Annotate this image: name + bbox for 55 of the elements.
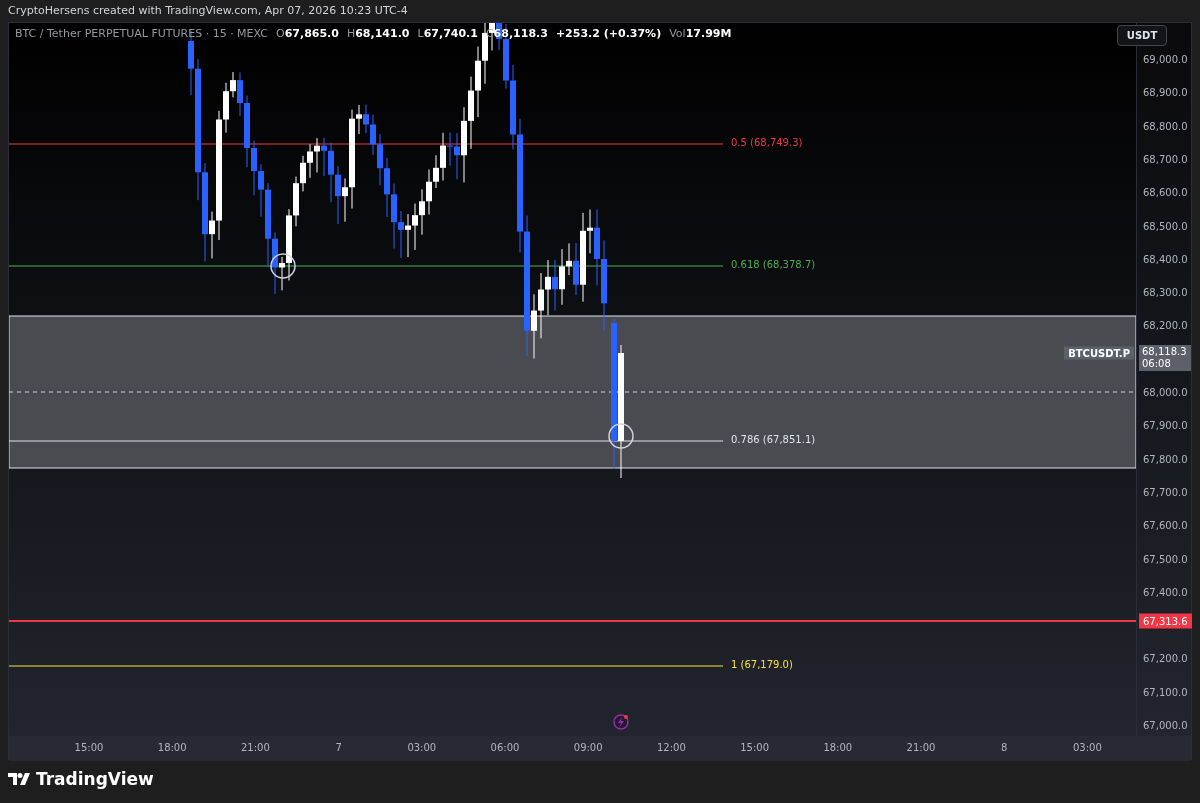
time-tick: 06:00 — [490, 742, 520, 753]
ohlc-label: L — [417, 27, 424, 40]
fibonacci-level-label: 0.618 (68,378.7) — [731, 259, 816, 271]
volume-value: 17.99M — [685, 27, 732, 40]
symbol-tag: BTCUSDT.P — [1064, 346, 1134, 360]
price-tick: 67,500.0 — [1143, 553, 1188, 564]
price-tick: 67,100.0 — [1143, 686, 1188, 698]
price-change: +253.2 (+0.37%) — [555, 27, 662, 40]
current-price-tag: 68,118.3 06:08 — [1139, 345, 1191, 371]
price-tick: 68,700.0 — [1143, 153, 1188, 165]
logo-icon — [8, 772, 30, 785]
time-tick: 03:00 — [1073, 742, 1102, 753]
price-tick: 67,700.0 — [1143, 486, 1188, 498]
price-tick: 67,800.0 — [1143, 453, 1188, 465]
price-tick: 68,800.0 — [1143, 120, 1188, 132]
price-tick: 67,400.0 — [1143, 586, 1188, 598]
time-tick: 21:00 — [241, 742, 270, 753]
price-tick: 68,500.0 — [1143, 220, 1188, 231]
time-tick: 8 — [1001, 742, 1008, 753]
fibonacci-level-label: 0.5 (68,749.3) — [731, 137, 803, 149]
time-tick: 12:00 — [657, 742, 686, 753]
currency-button[interactable]: USDT — [1117, 25, 1167, 46]
time-tick: 18:00 — [157, 742, 187, 753]
price-tick: 67,200.0 — [1143, 652, 1188, 664]
marker-circle — [608, 423, 634, 449]
price-tick: 68,300.0 — [1143, 286, 1188, 298]
fibonacci-level-label: 1 (67,179.0) — [731, 659, 793, 671]
time-tick: 7 — [335, 742, 342, 753]
time-tick: 15:00 — [74, 742, 104, 753]
fibonacci-level-label: 0.786 (67,851.1) — [731, 434, 816, 446]
volume-label: Vol — [669, 27, 686, 40]
price-tick: 67,000.0 — [1143, 719, 1188, 731]
price-tick: 67,900.0 — [1143, 419, 1188, 431]
time-tick: 18:00 — [823, 742, 853, 753]
time-tick: 03:00 — [407, 742, 437, 753]
time-tick: 15:00 — [740, 742, 769, 753]
ohlc-value: 67,740.1 — [423, 27, 478, 40]
price-tick: 68,000.0 — [1143, 386, 1188, 398]
chart-attribution: CryptoHersens created with TradingView.com, Apr 07, 2026 10:23 UTC-4 — [7, 3, 409, 19]
alert-price-tag: 67,313.6 — [1139, 613, 1192, 629]
ohlc-label: O — [276, 27, 285, 40]
ohlc-label: H — [346, 27, 356, 40]
brand-name: TradingView — [36, 768, 154, 789]
price-tick: 68,200.0 — [1143, 319, 1188, 331]
lightning-icon — [613, 714, 629, 730]
price-tick: 68,400.0 — [1143, 253, 1188, 265]
time-tick: 09:00 — [573, 742, 603, 753]
price-tick: 68,600.0 — [1143, 186, 1188, 198]
marker-circle — [270, 253, 296, 279]
price-tick: 68,900.0 — [1143, 86, 1188, 98]
ohlc-value: 67,865.0 — [284, 27, 339, 40]
price-tick: 69,000.0 — [1143, 53, 1188, 65]
price-tick: 67,600.0 — [1143, 519, 1188, 531]
ohlc-value: 68,141.0 — [355, 27, 410, 40]
time-tick: 21:00 — [906, 742, 936, 753]
